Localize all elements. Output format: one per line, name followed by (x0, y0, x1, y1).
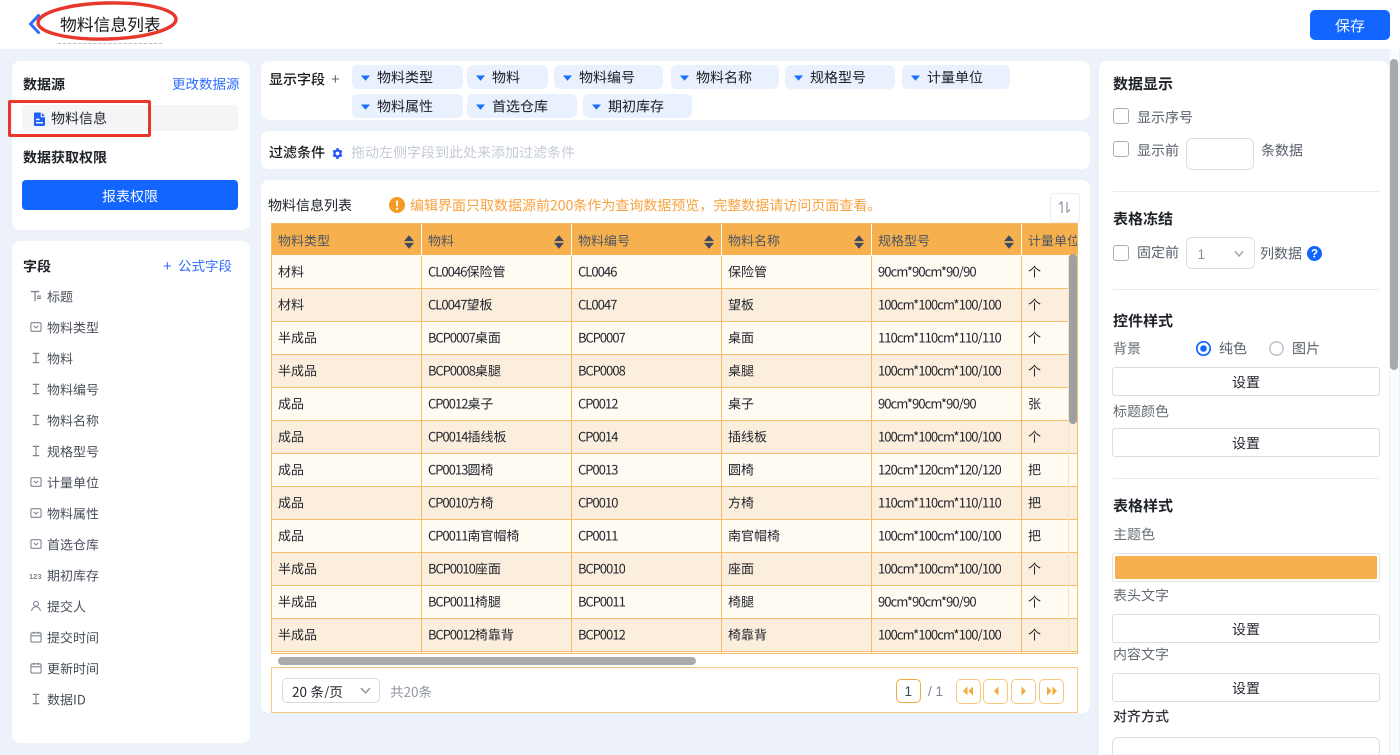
svg-text:?: ? (1310, 249, 1317, 261)
